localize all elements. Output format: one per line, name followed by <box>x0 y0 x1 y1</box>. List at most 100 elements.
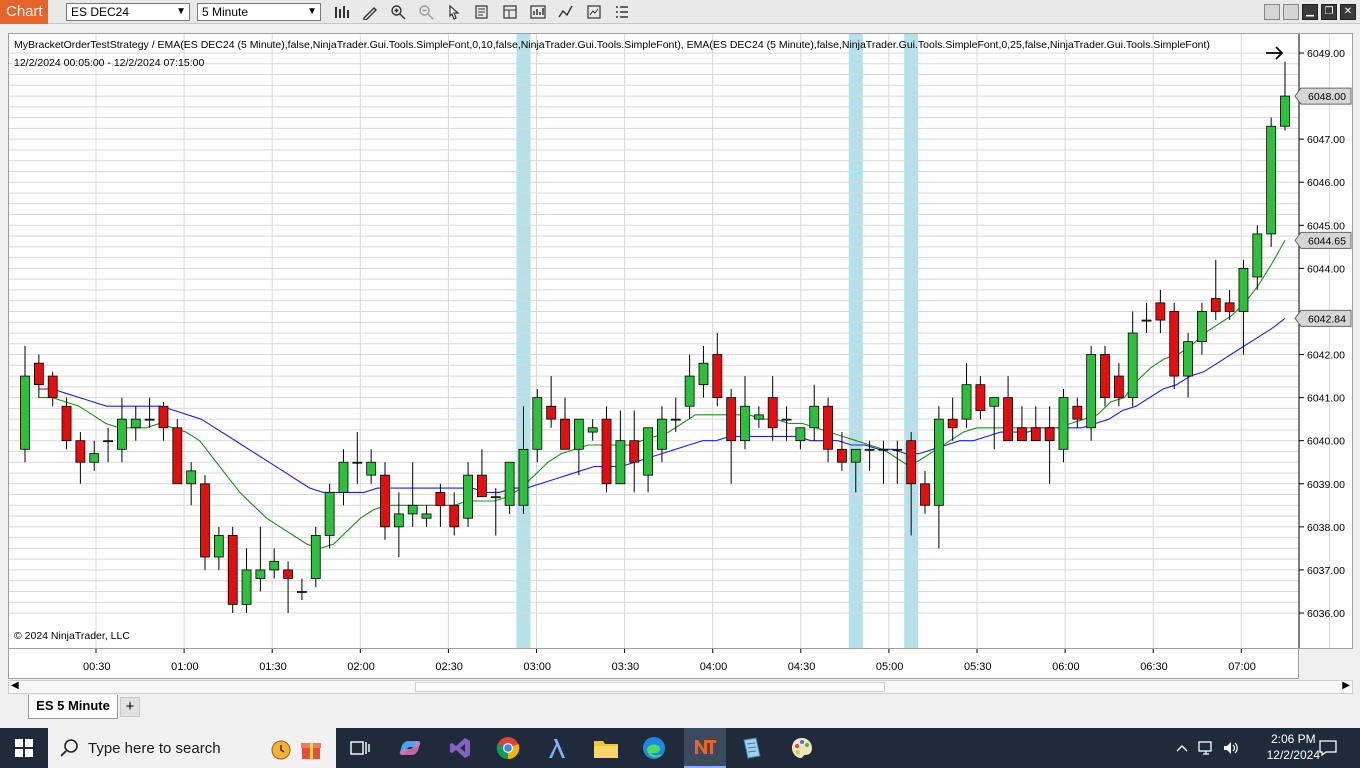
candle-body <box>117 418 127 450</box>
paint-icon[interactable] <box>786 728 818 768</box>
price-tick-label: 6036.00 <box>1307 608 1345 620</box>
chart-trader-icon[interactable] <box>528 2 548 22</box>
candle-body <box>809 405 820 429</box>
candle-body <box>1044 427 1055 442</box>
candle-body <box>1030 427 1041 442</box>
properties-menu-icon[interactable] <box>612 2 632 22</box>
file-explorer-icon[interactable] <box>590 728 622 768</box>
ninjatrader-taskbar-icon[interactable] <box>684 728 726 768</box>
indicators-icon[interactable] <box>556 2 576 22</box>
candle-body <box>172 427 183 485</box>
candle-body <box>712 354 723 399</box>
candle-body <box>837 448 847 463</box>
price-tick-label: 6046.00 <box>1307 177 1345 189</box>
time-tick-label: 05:00 <box>876 661 904 673</box>
add-tab-button[interactable]: + <box>120 697 140 717</box>
notepad-icon[interactable] <box>736 728 768 768</box>
time-tick-label: 04:00 <box>700 661 728 673</box>
task-view-icon[interactable] <box>346 728 374 768</box>
restore-icon[interactable]: ❐ <box>1321 4 1337 20</box>
chart-window: Chart ES DEC24 ▼ 5 Minute ▼ ▁ ❐ ✕ 6049.0… <box>0 0 1360 728</box>
scroll-left-icon[interactable]: ◀ <box>11 680 19 691</box>
price-tick-label: 6045.00 <box>1307 220 1345 232</box>
candle-body <box>33 362 44 386</box>
scroll-right-icon[interactable]: ▶ <box>1342 680 1350 691</box>
show-hidden-icons-icon[interactable] <box>1172 728 1192 768</box>
network-icon[interactable] <box>1196 728 1218 768</box>
candle-body <box>200 483 210 558</box>
candle-body <box>546 405 557 420</box>
tab-es-5-minute[interactable]: ES 5 Minute <box>28 695 118 719</box>
candle-body <box>892 448 903 451</box>
zoom-out-icon[interactable] <box>416 2 436 22</box>
close-icon[interactable]: ✕ <box>1340 4 1356 20</box>
candle-body <box>144 418 155 421</box>
candle-body <box>297 591 307 593</box>
chart-toolbar: Chart ES DEC24 ▼ 5 Minute ▼ ▁ ❐ ✕ <box>0 0 1360 24</box>
pointer-icon[interactable] <box>444 2 464 22</box>
candle-body <box>823 405 833 450</box>
chevron-down-icon: ▼ <box>307 6 317 17</box>
notifications-icon[interactable] <box>1310 728 1346 768</box>
scroll-thumb[interactable] <box>415 682 885 692</box>
time-tick-label: 00:30 <box>83 661 111 673</box>
candle-body <box>324 491 335 536</box>
candle-body <box>255 569 266 579</box>
price-tick-label: 6041.00 <box>1307 393 1345 405</box>
chart-menu-button[interactable]: Chart <box>0 0 48 24</box>
time-tick-label: 04:30 <box>788 661 816 673</box>
candle-body <box>1072 405 1083 420</box>
candle-body <box>1141 319 1152 322</box>
candle-body <box>47 375 58 399</box>
candle-body <box>241 569 252 605</box>
horizontal-scrollbar[interactable]: ◀ ▶ <box>8 680 1353 694</box>
price-chart[interactable]: 6049.00 6047.00 6046.00 6045.00 6044.00 6042.… <box>9 34 1354 650</box>
taskbar-search-input[interactable]: Type here to search <box>48 728 336 768</box>
candle-body <box>1169 311 1180 377</box>
candle-body <box>518 448 529 506</box>
strategies-icon[interactable] <box>584 2 604 22</box>
ema-25-line <box>38 317 1286 493</box>
price-axis: 6049.00 6047.00 6046.00 6045.00 6044.00 6042.… <box>1294 34 1352 648</box>
candle-body <box>906 440 917 485</box>
bars-type-icon[interactable] <box>332 2 352 22</box>
alarm-clock-icon[interactable] <box>268 736 294 765</box>
candle-body <box>643 427 653 476</box>
interval-selector[interactable]: 5 Minute ▼ <box>197 3 321 21</box>
windows-start-icon[interactable] <box>0 728 48 768</box>
tile-icon[interactable] <box>1283 4 1299 20</box>
chrome-icon[interactable] <box>492 728 524 768</box>
price-tick-label: 6049.00 <box>1307 48 1345 60</box>
candle-body <box>933 418 944 506</box>
candle-body <box>269 560 280 571</box>
candle-body <box>490 496 501 499</box>
candle-body <box>1003 397 1013 442</box>
copilot-icon[interactable] <box>394 728 426 768</box>
candle-body <box>186 470 197 485</box>
data-box-icon[interactable] <box>472 2 492 22</box>
candle-body <box>421 513 432 519</box>
ema-layer <box>38 240 1286 549</box>
lambda-app-icon[interactable] <box>540 728 572 768</box>
candle-body <box>795 427 806 442</box>
time-tick-label: 03:00 <box>524 661 552 673</box>
minimize-icon[interactable]: ▁ <box>1302 4 1318 20</box>
candle-body <box>975 384 986 411</box>
gift-icon[interactable] <box>298 736 324 765</box>
edge-icon[interactable] <box>638 728 670 768</box>
candle-body <box>1155 302 1166 321</box>
instrument-selector[interactable]: ES DEC24 ▼ <box>66 3 190 21</box>
zoom-in-icon[interactable] <box>388 2 408 22</box>
candle-body <box>1266 125 1277 235</box>
templates-icon[interactable] <box>500 2 520 22</box>
drawing-tool-icon[interactable] <box>360 2 380 22</box>
tile-icon[interactable] <box>1264 4 1280 20</box>
chart-panel[interactable]: 6049.00 6047.00 6046.00 6045.00 6044.00 6042.… <box>8 33 1353 649</box>
volume-icon[interactable] <box>1220 728 1242 768</box>
scroll-right-arrow-icon[interactable] <box>1266 46 1284 60</box>
candle-body <box>1280 95 1290 127</box>
ema-10-line <box>38 240 1286 549</box>
visual-studio-icon[interactable] <box>444 728 476 768</box>
search-icon <box>60 739 78 757</box>
candle-body <box>670 418 681 421</box>
